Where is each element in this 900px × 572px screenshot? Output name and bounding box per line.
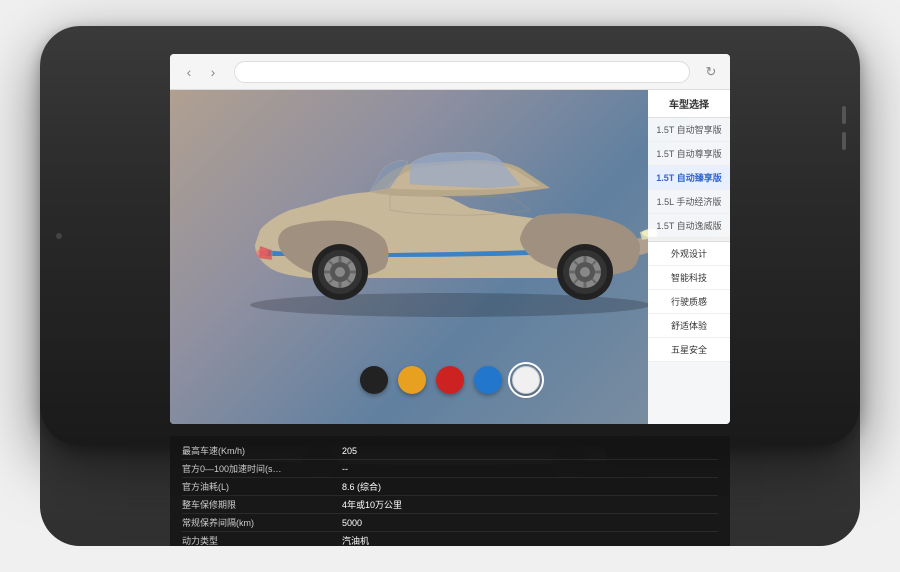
spec-label-4: 常规保养间隔(km) bbox=[182, 516, 342, 529]
browser-chrome: ‹ › ↻ bbox=[170, 54, 730, 90]
spec-value-3: 4年或10万公里 bbox=[342, 498, 718, 511]
address-bar[interactable] bbox=[234, 61, 690, 83]
side-buttons bbox=[842, 106, 846, 150]
menu-category-1[interactable]: 智能科技 bbox=[648, 266, 730, 290]
spec-value-4: 5000 bbox=[342, 518, 718, 528]
spec-label-0: 最高车速(Km/h) bbox=[182, 444, 342, 457]
spec-row-5: 动力类型 汽油机 bbox=[182, 532, 718, 546]
menu-item-4[interactable]: 1.5T 自动逸威版 bbox=[648, 214, 730, 238]
spec-table-overlay: 最高车速(Km/h) 205 官方0—100加速时间(s… -- 官方油耗(L)… bbox=[170, 436, 730, 546]
spec-label-3: 整车保修期限 bbox=[182, 498, 342, 511]
spec-value-2: 8.6 (综合) bbox=[342, 480, 718, 493]
menu-item-0[interactable]: 1.5T 自动智享版 bbox=[648, 118, 730, 142]
spec-value-0: 205 bbox=[342, 446, 718, 456]
spec-value-5: 汽油机 bbox=[342, 534, 718, 546]
spec-table: 最高车速(Km/h) 205 官方0—100加速时间(s… -- 官方油耗(L)… bbox=[170, 436, 730, 546]
menu-item-3[interactable]: 1.5L 手动经济版 bbox=[648, 190, 730, 214]
spec-row-2: 官方油耗(L) 8.6 (综合) bbox=[182, 478, 718, 496]
phone-screen: ‹ › ↻ bbox=[170, 54, 730, 424]
phone-shell: ‹ › ↻ bbox=[40, 26, 860, 546]
left-speaker bbox=[56, 233, 62, 239]
reload-button[interactable]: ↻ bbox=[702, 63, 720, 81]
menu-category-2[interactable]: 行驶质感 bbox=[648, 290, 730, 314]
menu-category-4[interactable]: 五星安全 bbox=[648, 338, 730, 362]
spec-row-0: 最高车速(Km/h) 205 bbox=[182, 442, 718, 460]
menu-item-2[interactable]: 1.5T 自动臻享版 bbox=[648, 166, 730, 190]
back-button[interactable]: ‹ bbox=[180, 63, 198, 81]
menu-item-1[interactable]: 1.5T 自动尊享版 bbox=[648, 142, 730, 166]
side-menu: 车型选择 1.5T 自动智享版 1.5T 自动尊享版 1.5T 自动臻享版 1.… bbox=[648, 90, 730, 424]
color-swatches bbox=[360, 366, 540, 394]
swatch-red[interactable] bbox=[436, 366, 464, 394]
content-area: 车型选择 1.5T 自动智享版 1.5T 自动尊享版 1.5T 自动臻享版 1.… bbox=[170, 90, 730, 424]
swatch-white[interactable] bbox=[512, 366, 540, 394]
spec-row-1: 官方0—100加速时间(s… -- bbox=[182, 460, 718, 478]
spec-label-5: 动力类型 bbox=[182, 534, 342, 546]
forward-button[interactable]: › bbox=[204, 63, 222, 81]
spec-value-1: -- bbox=[342, 464, 718, 474]
spec-row-4: 常规保养间隔(km) 5000 bbox=[182, 514, 718, 532]
phone-body: ‹ › ↻ bbox=[40, 26, 860, 446]
swatch-gold[interactable] bbox=[398, 366, 426, 394]
car-display bbox=[170, 90, 730, 350]
spec-label-1: 官方0—100加速时间(s… bbox=[182, 462, 342, 475]
car-image bbox=[210, 110, 690, 330]
swatch-blue[interactable] bbox=[474, 366, 502, 394]
spec-row-3: 整车保修期限 4年或10万公里 bbox=[182, 496, 718, 514]
spec-label-2: 官方油耗(L) bbox=[182, 480, 342, 493]
menu-category-3[interactable]: 舒适体验 bbox=[648, 314, 730, 338]
menu-category-0[interactable]: 外观设计 bbox=[648, 242, 730, 266]
swatch-black[interactable] bbox=[360, 366, 388, 394]
menu-header: 车型选择 bbox=[648, 90, 730, 118]
